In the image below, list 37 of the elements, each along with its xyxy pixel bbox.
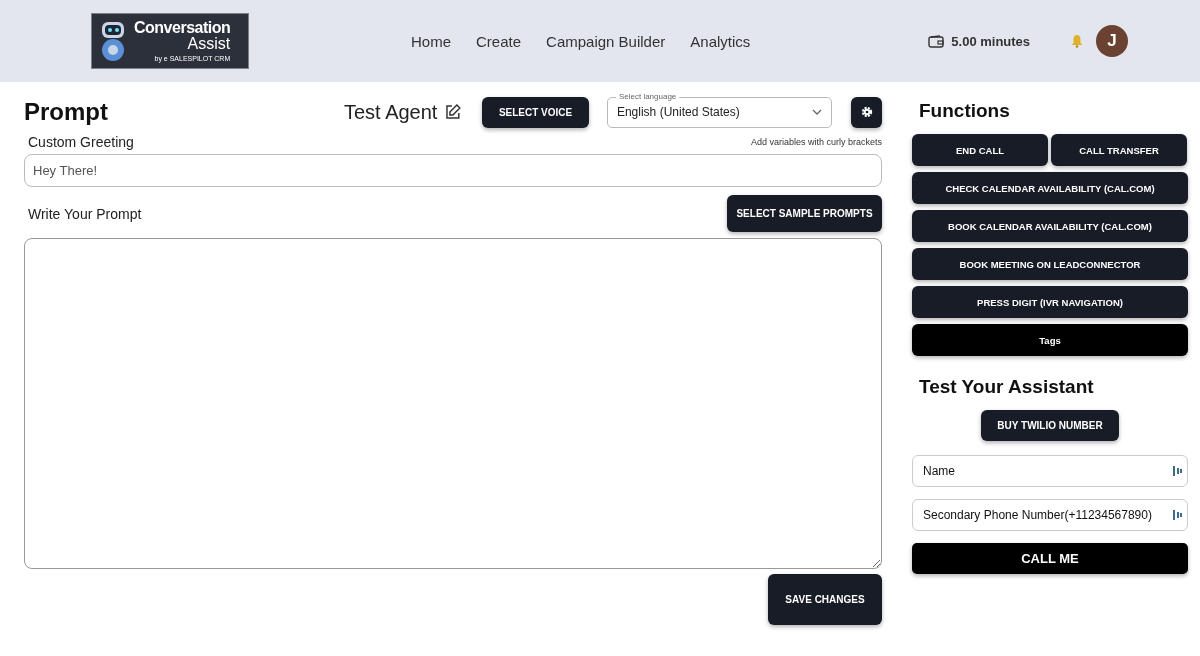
user-avatar[interactable]: J: [1096, 25, 1129, 57]
nav-link[interactable]: Create: [476, 32, 522, 50]
text-field[interactable]: Name: [912, 455, 1188, 487]
text-field[interactable]: Secondary Phone Number(+11234567890): [912, 499, 1188, 531]
chevron-down-icon: [812, 109, 823, 115]
nav-link[interactable]: Home: [411, 32, 451, 50]
function-button[interactable]: CHECK CALENDAR AVAILABILITY (CAL.COM): [912, 172, 1188, 204]
select-voice-button[interactable]: SELECT VOICE: [482, 96, 589, 128]
minutes-balance: 5.00 minutes: [951, 33, 1031, 49]
wallet-icon: [928, 34, 945, 48]
function-button[interactable]: PRESS DIGIT (IVR NAVIGATION): [912, 286, 1188, 318]
buy-number-button[interactable]: BUY TWILIO NUMBER: [981, 410, 1119, 441]
function-button[interactable]: END CALL: [912, 134, 1048, 166]
nav-link[interactable]: Analytics: [690, 32, 751, 50]
autofill-icon: [1173, 509, 1182, 521]
edit-icon[interactable]: [444, 103, 463, 121]
prompt-label: Write Your Prompt: [28, 205, 142, 222]
save-changes-button[interactable]: SAVE CHANGES: [768, 574, 882, 625]
autofill-icon: [1173, 465, 1182, 477]
settings-icon: [860, 106, 873, 118]
function-button[interactable]: CALL TRANSFER: [1051, 134, 1187, 166]
function-button[interactable]: BOOK CALENDAR AVAILABILITY (CAL.COM): [912, 210, 1188, 242]
greeting-label: Custom Greeting: [28, 134, 134, 150]
greeting-input[interactable]: Hey There!: [24, 154, 882, 187]
call-me-button[interactable]: CALL ME: [912, 543, 1188, 574]
function-button[interactable]: BOOK MEETING ON LEADCONNECTOR: [912, 248, 1188, 280]
logo-title: Conversation: [134, 20, 231, 36]
greeting-hint: Add variables with curly brackets: [750, 137, 882, 147]
functions-title: Functions: [919, 100, 1011, 122]
agent-name: Test Agent: [344, 100, 438, 124]
page-title: Prompt: [24, 98, 109, 126]
function-button[interactable]: Tags: [912, 324, 1188, 356]
nav-link[interactable]: Campaign Builder: [546, 32, 666, 50]
test-title: Test Your Assistant: [919, 376, 1095, 398]
logo-subtitle: Assist: [187, 36, 231, 52]
sample-prompts-button[interactable]: SELECT SAMPLE PROMPTS: [727, 195, 882, 232]
settings-button[interactable]: [851, 96, 882, 128]
